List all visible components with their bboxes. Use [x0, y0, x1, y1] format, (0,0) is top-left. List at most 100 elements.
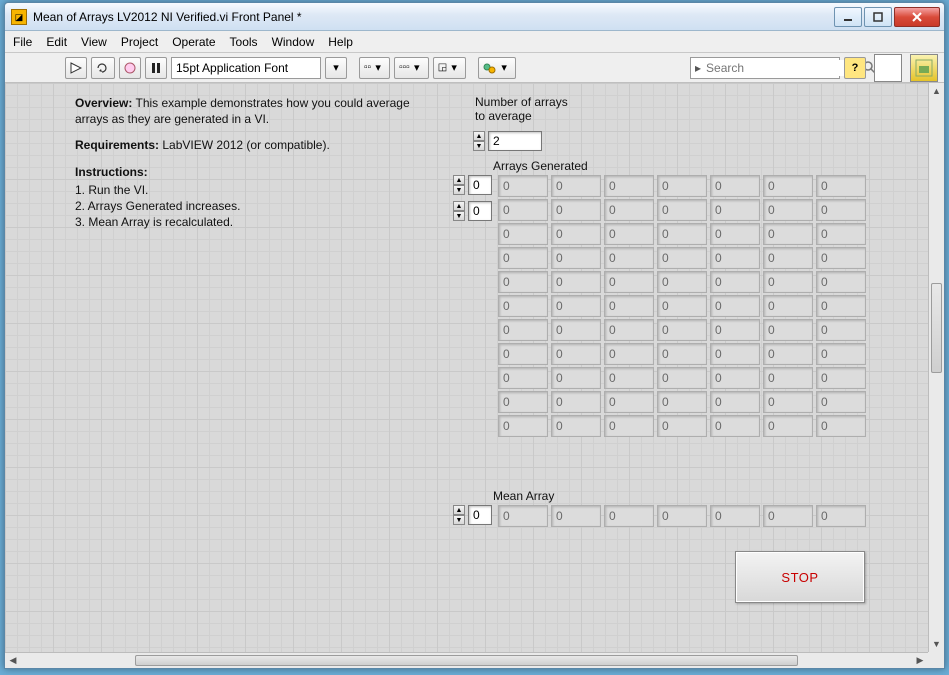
arrays-gen-cell[interactable]: 0 [498, 247, 548, 269]
arrays-gen-cell[interactable]: 0 [710, 271, 760, 293]
mean-cell[interactable]: 0 [816, 505, 866, 527]
distribute-button[interactable]: ▫▫▫▾ [394, 57, 429, 79]
abort-button[interactable] [119, 57, 141, 79]
mean-array-index[interactable]: ▲▼ 0 [453, 505, 492, 525]
arrays-gen-cell[interactable]: 0 [816, 367, 866, 389]
font-dropdown[interactable]: ▾ [325, 57, 347, 79]
arrays-gen-cell[interactable]: 0 [657, 271, 707, 293]
arrays-gen-cell[interactable]: 0 [604, 295, 654, 317]
align-button[interactable]: ▫▫▾ [359, 57, 390, 79]
arrays-gen-cell[interactable]: 0 [498, 319, 548, 341]
help-button[interactable]: ? [844, 57, 866, 79]
arrays-gen-cell[interactable]: 0 [551, 199, 601, 221]
arrays-gen-cell[interactable]: 0 [710, 343, 760, 365]
arrays-gen-cell[interactable]: 0 [816, 271, 866, 293]
num-arrays-value[interactable]: 2 [488, 131, 542, 151]
arrays-gen-cell[interactable]: 0 [763, 175, 813, 197]
run-continuous-button[interactable] [91, 57, 115, 79]
mean-cell[interactable]: 0 [657, 505, 707, 527]
arrays-gen-cell[interactable]: 0 [763, 415, 813, 437]
arrays-gen-cell[interactable]: 0 [551, 319, 601, 341]
arrays-gen-cell[interactable]: 0 [710, 391, 760, 413]
menu-project[interactable]: Project [121, 35, 158, 49]
minimize-button[interactable] [834, 7, 862, 27]
scroll-left-icon[interactable]: ◀ [5, 653, 21, 668]
arrays-gen-cell[interactable]: 0 [657, 247, 707, 269]
arrays-gen-cell[interactable]: 0 [498, 199, 548, 221]
arrays-gen-cell[interactable]: 0 [763, 295, 813, 317]
arrays-gen-cell[interactable]: 0 [763, 391, 813, 413]
mean-cell[interactable]: 0 [604, 505, 654, 527]
arrays-gen-cell[interactable]: 0 [763, 271, 813, 293]
arrays-gen-cell[interactable]: 0 [604, 271, 654, 293]
vertical-scrollbar[interactable]: ▲ ▼ [928, 83, 944, 652]
arrays-gen-cell[interactable]: 0 [551, 271, 601, 293]
menu-help[interactable]: Help [328, 35, 353, 49]
search-box[interactable]: ▸ [690, 57, 840, 79]
menu-operate[interactable]: Operate [172, 35, 215, 49]
arrays-gen-cell[interactable]: 0 [657, 415, 707, 437]
arrays-gen-cell[interactable]: 0 [604, 367, 654, 389]
arrays-gen-cell[interactable]: 0 [816, 415, 866, 437]
vi-icon[interactable] [910, 54, 938, 82]
stop-button[interactable]: STOP [735, 551, 865, 603]
arrays-gen-cell[interactable]: 0 [710, 295, 760, 317]
arrays-gen-cell[interactable]: 0 [763, 247, 813, 269]
arrays-gen-cell[interactable]: 0 [604, 199, 654, 221]
menu-window[interactable]: Window [272, 35, 315, 49]
arrays-generated-grid[interactable]: 0000000000000000000000000000000000000000… [495, 173, 869, 439]
mean-cell[interactable]: 0 [551, 505, 601, 527]
arrays-gen-cell[interactable]: 0 [710, 319, 760, 341]
arrays-gen-cell[interactable]: 0 [498, 271, 548, 293]
arrays-gen-cell[interactable]: 0 [498, 391, 548, 413]
arrays-gen-cell[interactable]: 0 [657, 367, 707, 389]
mean-cell[interactable]: 0 [498, 505, 548, 527]
arrays-gen-cell[interactable]: 0 [710, 367, 760, 389]
arrays-gen-cell[interactable]: 0 [604, 247, 654, 269]
arrays-gen-cell[interactable]: 0 [498, 175, 548, 197]
arrays-gen-cell[interactable]: 0 [551, 175, 601, 197]
arrays-gen-cell[interactable]: 0 [551, 367, 601, 389]
arrays-gen-cell[interactable]: 0 [657, 391, 707, 413]
resize-button[interactable]: ◲▾ [433, 57, 466, 79]
vscroll-thumb[interactable] [931, 283, 942, 373]
vi-icon-plain[interactable] [874, 54, 902, 82]
arrays-gen-cell[interactable]: 0 [816, 319, 866, 341]
arrays-gen-cell[interactable]: 0 [498, 343, 548, 365]
arrays-gen-cell[interactable]: 0 [604, 223, 654, 245]
arrays-gen-cell[interactable]: 0 [816, 343, 866, 365]
search-input[interactable] [704, 60, 863, 76]
arrays-gen-cell[interactable]: 0 [710, 223, 760, 245]
arrays-gen-cell[interactable]: 0 [551, 223, 601, 245]
arrays-gen-cell[interactable]: 0 [657, 175, 707, 197]
num-arrays-control[interactable]: ▲▼ 2 [473, 131, 542, 151]
arrays-gen-cell[interactable]: 0 [763, 367, 813, 389]
arrays-gen-cell[interactable]: 0 [551, 295, 601, 317]
arrays-gen-cell[interactable]: 0 [816, 391, 866, 413]
arrays-gen-cell[interactable]: 0 [498, 223, 548, 245]
close-button[interactable] [894, 7, 940, 27]
menu-tools[interactable]: Tools [230, 35, 258, 49]
arrays-gen-cell[interactable]: 0 [710, 175, 760, 197]
arrays-gen-cell[interactable]: 0 [816, 247, 866, 269]
arrays-gen-cell[interactable]: 0 [604, 415, 654, 437]
arrays-gen-cell[interactable]: 0 [551, 247, 601, 269]
arrays-gen-cell[interactable]: 0 [604, 175, 654, 197]
arrays-gen-row-index[interactable]: ▲▼ 0 [453, 175, 492, 195]
arrays-gen-cell[interactable]: 0 [657, 319, 707, 341]
arrays-gen-cell[interactable]: 0 [816, 175, 866, 197]
arrays-gen-cell[interactable]: 0 [763, 319, 813, 341]
menu-edit[interactable]: Edit [46, 35, 67, 49]
num-arrays-spinner[interactable]: ▲▼ [473, 131, 485, 151]
scroll-right-icon[interactable]: ▶ [912, 653, 928, 668]
front-panel[interactable]: Overview: This example demonstrates how … [5, 83, 944, 668]
arrays-gen-cell[interactable]: 0 [816, 199, 866, 221]
arrays-gen-cell[interactable]: 0 [551, 343, 601, 365]
hscroll-thumb[interactable] [135, 655, 798, 666]
arrays-gen-cell[interactable]: 0 [710, 247, 760, 269]
arrays-gen-cell[interactable]: 0 [816, 223, 866, 245]
arrays-gen-cell[interactable]: 0 [657, 295, 707, 317]
arrays-gen-cell[interactable]: 0 [763, 223, 813, 245]
arrays-gen-cell[interactable]: 0 [551, 391, 601, 413]
font-selector[interactable]: 15pt Application Font [171, 57, 321, 79]
